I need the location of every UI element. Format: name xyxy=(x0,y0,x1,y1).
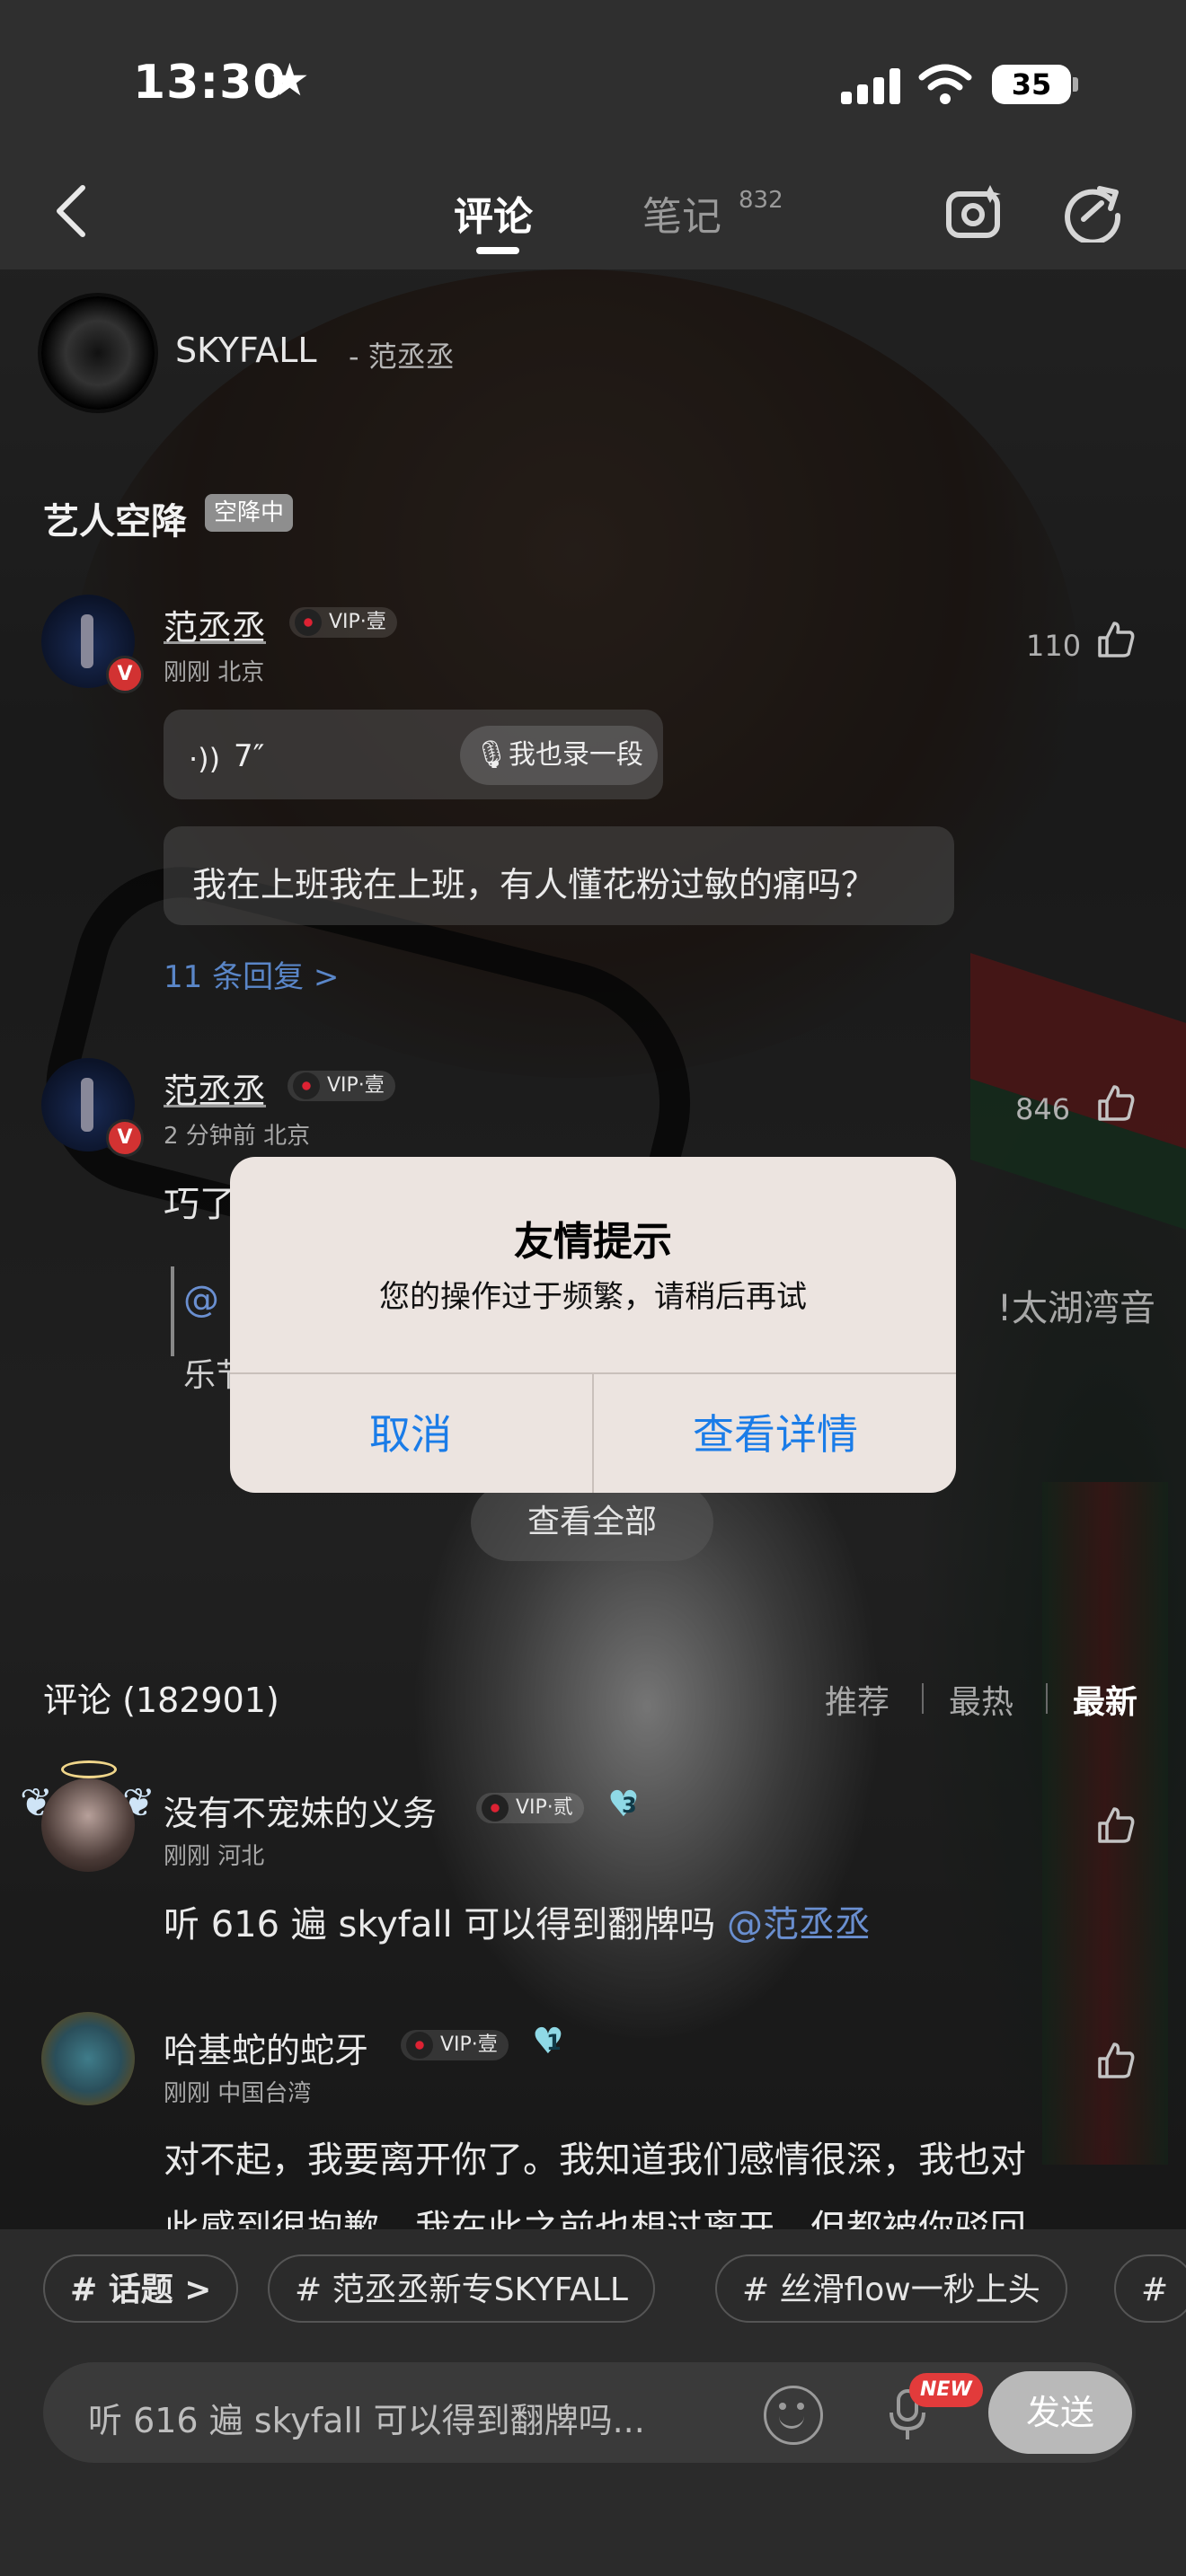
emoji-icon[interactable] xyxy=(764,2386,823,2445)
topic-chip[interactable]: # xyxy=(1114,2254,1186,2323)
send-button[interactable]: 发送 xyxy=(988,2371,1132,2454)
topic-chip-label: 话题 > xyxy=(108,2272,212,2308)
tab-active-indicator xyxy=(476,247,519,254)
artist-live-badge: 空降中 xyxy=(205,494,294,532)
record-reply-label: 我也录一段 xyxy=(509,739,644,771)
thumbs-up-icon[interactable] xyxy=(1096,1083,1136,1123)
topic-chip[interactable]: # 范丞丞新专SKYFALL xyxy=(268,2254,655,2323)
like-count: 846 xyxy=(1015,1092,1071,1126)
reply-text: !太湖湾音 xyxy=(997,1288,1156,1329)
notes-count: 832 xyxy=(739,187,783,214)
voice-wave-icon: ·)) xyxy=(189,742,221,776)
comment-text[interactable]: 我在上班我在上班，有人懂花粉过敏的痛吗？ xyxy=(192,857,875,906)
topic-chip[interactable]: # 丝滑flow一秒上头 xyxy=(715,2254,1067,2323)
vip-disc-icon xyxy=(406,2032,433,2059)
vip-label: VIP·壹 xyxy=(440,2033,498,2056)
song-title[interactable]: SKYFALL xyxy=(175,331,317,370)
mention-link[interactable]: @范丞丞 xyxy=(727,1904,871,1945)
alert-message: 您的操作过于频繁，请稍后再试 xyxy=(379,1279,807,1315)
avatar[interactable] xyxy=(41,2012,135,2105)
sort-divider xyxy=(1046,1683,1048,1714)
alert-title: 友情提示 xyxy=(514,1219,672,1265)
cellular-signal-icon xyxy=(841,68,902,104)
battery-indicator: 35 xyxy=(992,65,1071,104)
top-shade xyxy=(0,0,1186,269)
song-artist[interactable]: - 范丞丞 xyxy=(349,334,455,375)
sort-hottest[interactable]: 最热 xyxy=(949,1676,1013,1723)
comment-meta: 刚刚 中国台湾 xyxy=(164,2080,312,2107)
comment-count: 评论 (182901) xyxy=(43,1681,279,1720)
tab-notes[interactable]: 笔记 xyxy=(642,184,721,242)
voice-duration: 7″ xyxy=(234,738,265,774)
fan-level: 1 xyxy=(546,2030,562,2055)
sort-newest[interactable]: 最新 xyxy=(1073,1676,1137,1723)
comment-body: 听 616 遍 skyfall 可以得到翻牌吗 xyxy=(164,1904,727,1945)
alert-button-divider xyxy=(592,1372,594,1493)
view-replies-link[interactable]: 11 条回复 > xyxy=(164,952,339,996)
vip-label: VIP·壹 xyxy=(327,1074,385,1097)
view-all-button[interactable]: 查看全部 xyxy=(471,1484,713,1561)
alert-dialog: 友情提示 您的操作过于频繁，请稍后再试 取消 查看详情 xyxy=(230,1157,956,1493)
like-count: 110 xyxy=(1026,629,1082,663)
comment-username[interactable]: 范丞丞 xyxy=(164,1063,266,1113)
vip-badge: VIP·贰 xyxy=(476,1793,584,1823)
comment-meta: 刚刚 河北 xyxy=(164,1843,265,1870)
tab-comments[interactable]: 评论 xyxy=(454,184,533,242)
vip-badge: VIP·壹 xyxy=(289,607,397,638)
vip-badge: VIP·壹 xyxy=(288,1071,395,1101)
record-reply-button[interactable]: 🎙我也录一段 xyxy=(460,726,658,785)
share-icon[interactable] xyxy=(1062,180,1125,243)
fan-level-heart-icon: ♥ 1 xyxy=(532,2021,564,2062)
status-time: 13:30 xyxy=(133,56,287,110)
battery-tip xyxy=(1073,77,1078,92)
quote-divider xyxy=(171,1266,174,1356)
avatar[interactable] xyxy=(41,1778,135,1872)
back-chevron-icon[interactable] xyxy=(54,184,90,238)
thumbs-up-icon[interactable] xyxy=(1096,620,1136,659)
cancel-button[interactable]: 取消 xyxy=(230,1376,591,1493)
thumbs-up-icon[interactable] xyxy=(1096,1805,1136,1845)
comment-meta: 2 分钟前 北京 xyxy=(164,1123,311,1150)
vip-label: VIP·壹 xyxy=(329,611,386,633)
comment-text[interactable]: 巧了 xyxy=(164,1175,235,1227)
thumbs-up-icon[interactable] xyxy=(1096,2041,1136,2080)
view-details-button[interactable]: 查看详情 xyxy=(595,1376,956,1493)
vip-disc-icon xyxy=(295,609,322,636)
comment-input-text: 听 616 遍 skyfall 可以得到翻牌吗... xyxy=(88,2401,645,2440)
album-disc[interactable] xyxy=(41,296,155,410)
sort-recommended[interactable]: 推荐 xyxy=(825,1676,890,1723)
comment-username[interactable]: 没有不宠妹的义务 xyxy=(164,1786,437,1835)
verified-badge: V xyxy=(106,1119,144,1157)
vip-badge: VIP·壹 xyxy=(401,2030,509,2060)
new-badge: NEW xyxy=(909,2373,983,2407)
comment-text[interactable]: 听 616 遍 skyfall 可以得到翻牌吗 @范丞丞 xyxy=(164,1895,871,1947)
fan-level: 3 xyxy=(622,1793,637,1818)
artist-section-title: 艺人空降 xyxy=(43,501,187,543)
vip-disc-icon xyxy=(482,1795,509,1822)
vip-label: VIP·贰 xyxy=(516,1796,573,1819)
sort-divider xyxy=(922,1683,924,1714)
mic-small-icon: 🎙 xyxy=(474,739,509,771)
verified-badge: V xyxy=(106,656,144,693)
avatar-halo-icon xyxy=(61,1760,117,1778)
topic-icon: # xyxy=(70,2272,98,2308)
comment-text[interactable]: 对不起，我要离开你了。我知道我们感情很深，我也对 xyxy=(164,2130,1026,2183)
vip-disc-icon xyxy=(293,1072,320,1099)
fan-level-heart-icon: ♥ 3 xyxy=(607,1784,640,1825)
comment-username[interactable]: 范丞丞 xyxy=(164,600,266,649)
comment-username[interactable]: 哈基蛇的蛇牙 xyxy=(164,2023,368,2072)
topic-chip[interactable]: # 话题 > xyxy=(43,2254,239,2323)
camera-post-icon[interactable] xyxy=(943,180,1006,243)
star-icon: ★ xyxy=(270,54,310,106)
wifi-icon xyxy=(918,64,972,104)
comment-meta: 刚刚 北京 xyxy=(164,659,265,686)
reply-mention[interactable]: @ xyxy=(183,1279,219,1320)
